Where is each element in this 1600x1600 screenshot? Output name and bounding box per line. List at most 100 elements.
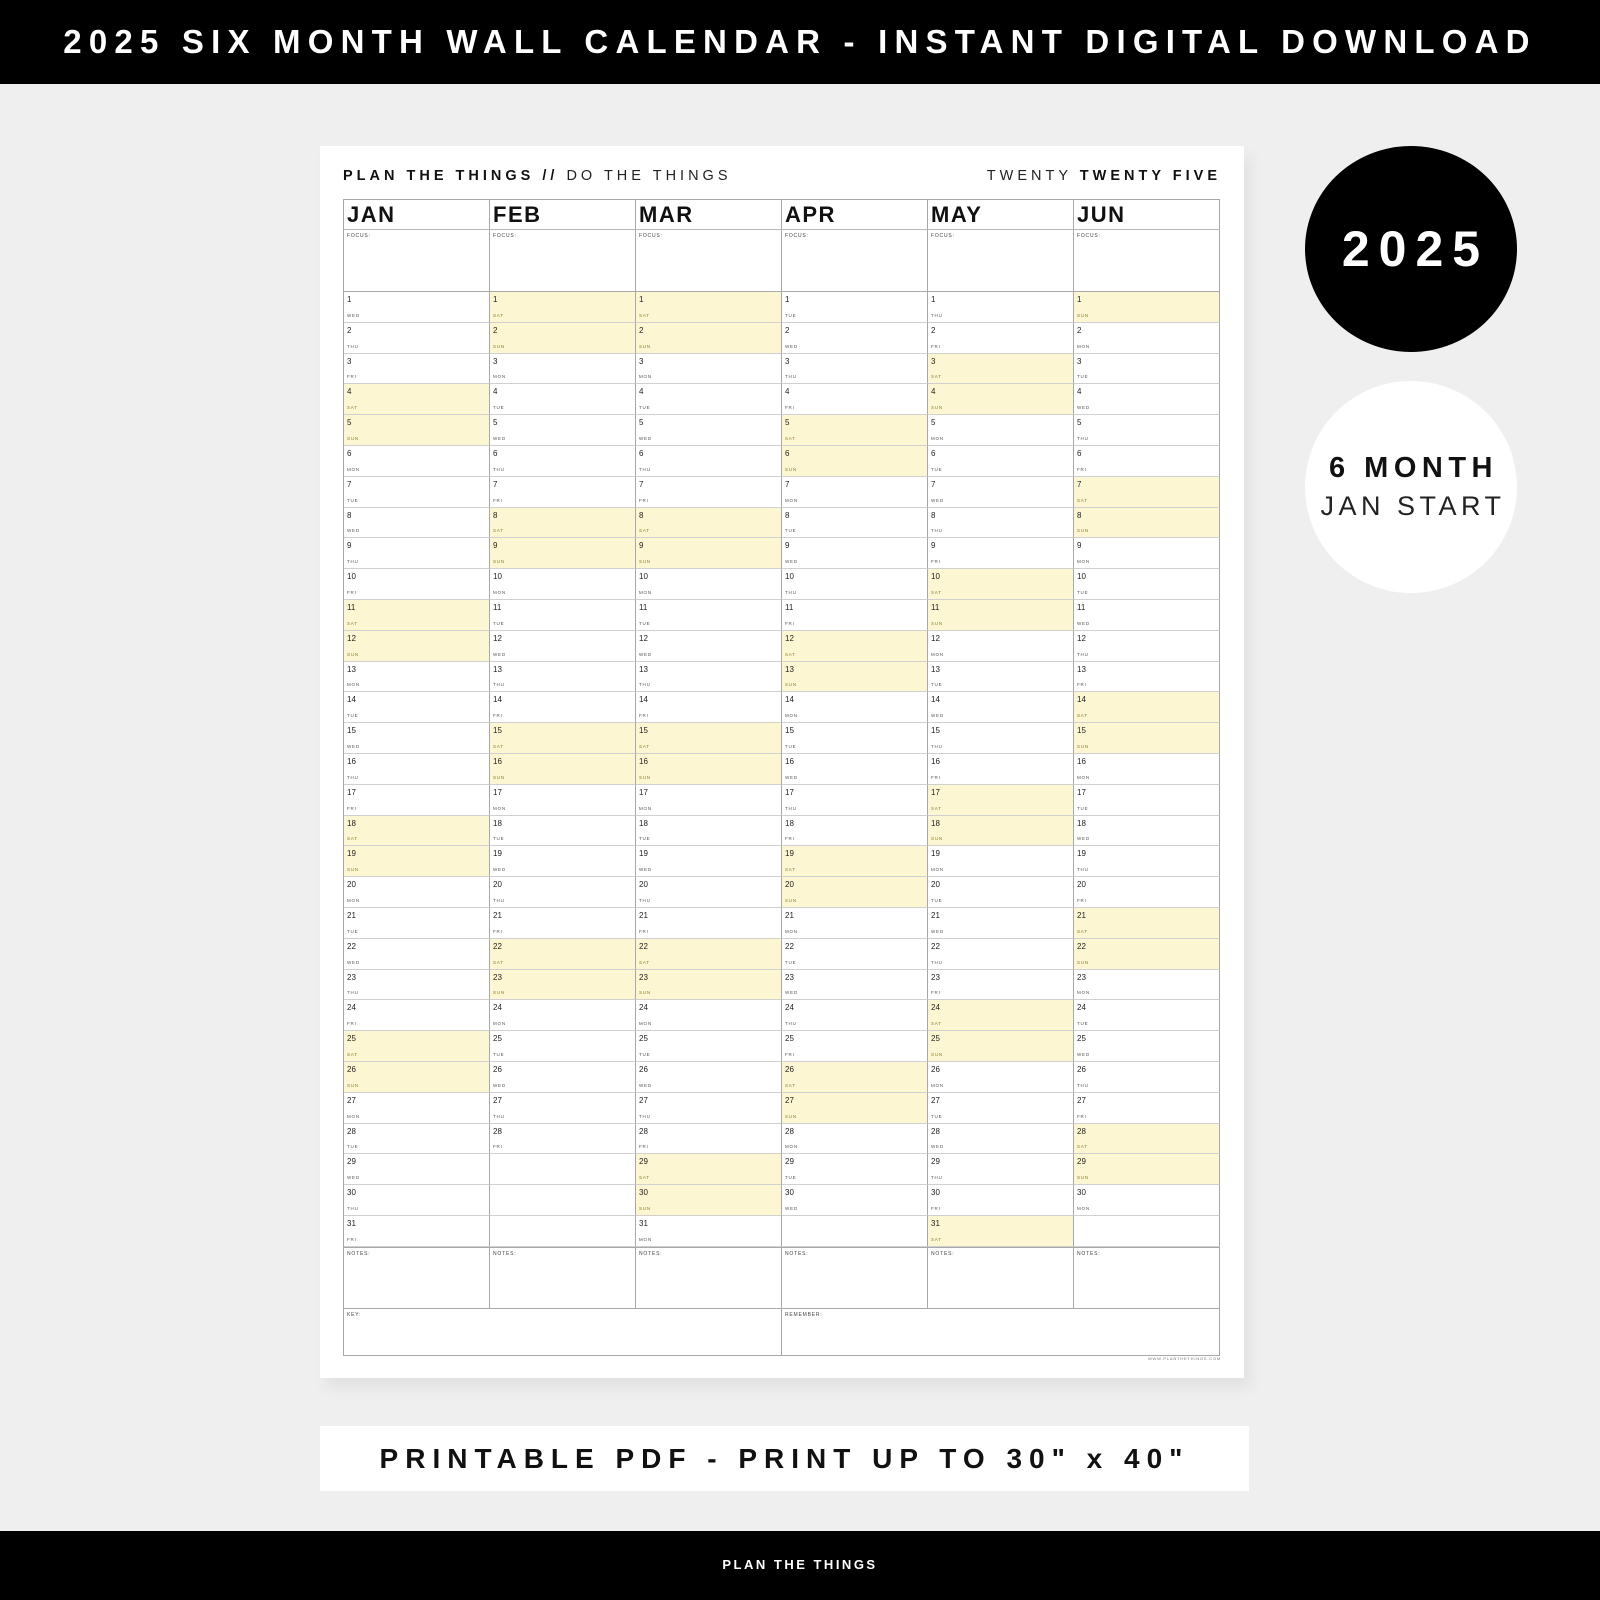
day-cell[interactable]: 11 SUN xyxy=(928,599,1074,631)
day-cell[interactable]: 16 SUN xyxy=(490,753,636,785)
focus-box-jan[interactable]: FOCUS: xyxy=(344,230,490,292)
day-cell[interactable]: 27 TUE xyxy=(928,1092,1074,1124)
day-cell[interactable]: 29 THU xyxy=(928,1154,1074,1186)
day-cell[interactable]: 14 WED xyxy=(928,692,1074,724)
day-cell[interactable]: 24 FRI xyxy=(344,1000,490,1032)
day-cell[interactable]: 9 SUN xyxy=(490,538,636,570)
focus-box-jun[interactable]: FOCUS: xyxy=(1074,230,1220,292)
day-cell[interactable]: 12 MON xyxy=(928,630,1074,662)
day-cell[interactable]: 5 SUN xyxy=(344,415,490,446)
day-cell[interactable]: 7 SAT xyxy=(1074,476,1220,508)
day-cell[interactable]: 25 SUN xyxy=(928,1031,1074,1062)
day-cell[interactable]: 28 FRI xyxy=(490,1123,636,1155)
day-cell[interactable]: 27 MON xyxy=(344,1092,490,1124)
day-cell[interactable]: 26 SAT xyxy=(782,1061,928,1093)
day-cell[interactable]: 2 SUN xyxy=(636,322,782,354)
day-cell[interactable]: 16 FRI xyxy=(928,753,1074,785)
day-cell[interactable]: 3 TUE xyxy=(1074,353,1220,385)
day-cell[interactable]: 24 MON xyxy=(490,1000,636,1032)
day-cell[interactable]: 23 SUN xyxy=(490,969,636,1001)
day-cell[interactable]: 21 WED xyxy=(928,907,1074,939)
notes-box-apr[interactable]: NOTES: xyxy=(782,1246,928,1309)
day-cell[interactable]: 22 SAT xyxy=(490,938,636,970)
day-cell[interactable]: 10 THU xyxy=(782,569,928,600)
day-cell[interactable]: 6 FRI xyxy=(1074,445,1220,477)
day-cell[interactable]: 5 THU xyxy=(1074,415,1220,446)
day-cell[interactable]: 14 TUE xyxy=(344,692,490,724)
day-cell[interactable]: 18 WED xyxy=(1074,815,1220,847)
day-cell[interactable]: 30 THU xyxy=(344,1185,490,1216)
day-cell[interactable]: 31 SAT xyxy=(928,1215,1074,1247)
day-cell[interactable]: 7 FRI xyxy=(636,476,782,508)
day-cell[interactable]: 14 FRI xyxy=(490,692,636,724)
day-cell[interactable]: 14 MON xyxy=(782,692,928,724)
day-cell[interactable]: 22 TUE xyxy=(782,938,928,970)
day-cell[interactable]: 23 SUN xyxy=(636,969,782,1001)
focus-box-apr[interactable]: FOCUS: xyxy=(782,230,928,292)
day-cell[interactable]: 20 TUE xyxy=(928,877,1074,908)
day-cell[interactable]: 23 MON xyxy=(1074,969,1220,1001)
day-cell[interactable]: 8 SAT xyxy=(636,507,782,539)
day-cell[interactable]: 25 TUE xyxy=(636,1031,782,1062)
day-cell[interactable]: 19 THU xyxy=(1074,846,1220,878)
day-cell[interactable]: 6 SUN xyxy=(782,445,928,477)
day-cell[interactable]: 19 SAT xyxy=(782,846,928,878)
day-cell[interactable]: 1 SAT xyxy=(636,292,782,323)
day-cell[interactable]: 17 TUE xyxy=(1074,784,1220,816)
day-cell[interactable]: 21 MON xyxy=(782,907,928,939)
day-cell[interactable]: 17 FRI xyxy=(344,784,490,816)
day-cell[interactable]: 26 MON xyxy=(928,1061,1074,1093)
day-cell[interactable]: 17 MON xyxy=(636,784,782,816)
day-cell[interactable]: 4 SUN xyxy=(928,384,1074,416)
day-cell[interactable]: 30 FRI xyxy=(928,1185,1074,1216)
day-cell[interactable]: 30 MON xyxy=(1074,1185,1220,1216)
day-cell[interactable]: 23 THU xyxy=(344,969,490,1001)
day-cell[interactable]: 12 WED xyxy=(490,630,636,662)
day-cell[interactable]: 22 WED xyxy=(344,938,490,970)
notes-box-jun[interactable]: NOTES: xyxy=(1074,1246,1220,1309)
day-cell[interactable]: 18 FRI xyxy=(782,815,928,847)
day-cell[interactable]: 28 TUE xyxy=(344,1123,490,1155)
day-cell[interactable]: 13 FRI xyxy=(1074,661,1220,693)
day-cell[interactable]: 27 THU xyxy=(636,1092,782,1124)
day-cell[interactable]: 18 SAT xyxy=(344,815,490,847)
notes-box-feb[interactable]: NOTES: xyxy=(490,1246,636,1309)
day-cell[interactable]: 25 WED xyxy=(1074,1031,1220,1062)
day-cell[interactable]: 26 WED xyxy=(490,1061,636,1093)
day-cell[interactable]: 9 MON xyxy=(1074,538,1220,570)
day-cell[interactable]: 2 THU xyxy=(344,322,490,354)
notes-box-jan[interactable]: NOTES: xyxy=(344,1246,490,1309)
day-cell[interactable]: 21 FRI xyxy=(636,907,782,939)
day-cell[interactable]: 13 THU xyxy=(636,661,782,693)
day-cell[interactable]: 26 WED xyxy=(636,1061,782,1093)
day-cell[interactable]: 2 FRI xyxy=(928,322,1074,354)
day-cell[interactable]: 10 SAT xyxy=(928,569,1074,600)
day-cell[interactable]: 5 WED xyxy=(490,415,636,446)
day-cell[interactable]: 17 MON xyxy=(490,784,636,816)
day-cell[interactable]: 27 SUN xyxy=(782,1092,928,1124)
day-cell[interactable]: 2 WED xyxy=(782,322,928,354)
day-cell[interactable]: 3 SAT xyxy=(928,353,1074,385)
day-cell[interactable]: 20 MON xyxy=(344,877,490,908)
day-cell[interactable]: 7 MON xyxy=(782,476,928,508)
day-cell[interactable]: 11 WED xyxy=(1074,599,1220,631)
day-cell[interactable]: 4 FRI xyxy=(782,384,928,416)
day-cell[interactable]: 19 WED xyxy=(636,846,782,878)
day-cell[interactable]: 15 SAT xyxy=(490,723,636,754)
notes-box-mar[interactable]: NOTES: xyxy=(636,1246,782,1309)
focus-box-feb[interactable]: FOCUS: xyxy=(490,230,636,292)
day-cell[interactable]: 19 MON xyxy=(928,846,1074,878)
day-cell[interactable]: 12 SAT xyxy=(782,630,928,662)
day-cell[interactable]: 9 FRI xyxy=(928,538,1074,570)
day-cell[interactable]: 14 SAT xyxy=(1074,692,1220,724)
day-cell[interactable]: 8 TUE xyxy=(782,507,928,539)
day-cell[interactable]: 28 MON xyxy=(782,1123,928,1155)
day-cell[interactable]: 21 FRI xyxy=(490,907,636,939)
day-cell[interactable]: 1 SUN xyxy=(1074,292,1220,323)
day-cell[interactable]: 31 FRI xyxy=(344,1215,490,1247)
day-cell[interactable]: 6 TUE xyxy=(928,445,1074,477)
key-box[interactable]: KEY: xyxy=(344,1308,782,1356)
day-cell[interactable]: 3 THU xyxy=(782,353,928,385)
day-cell[interactable]: 23 FRI xyxy=(928,969,1074,1001)
day-cell[interactable]: 9 WED xyxy=(782,538,928,570)
